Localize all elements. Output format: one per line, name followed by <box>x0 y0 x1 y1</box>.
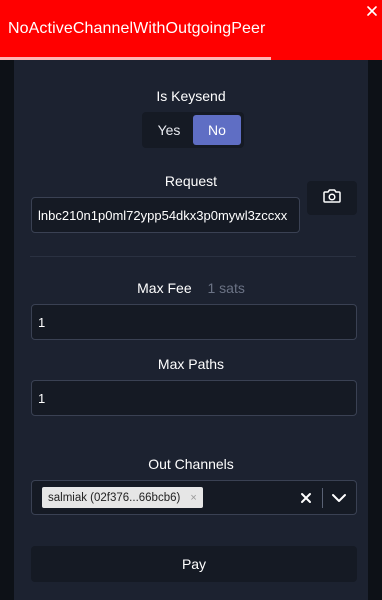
chevron-down-icon[interactable] <box>329 490 349 506</box>
section-divider <box>30 256 356 257</box>
toast-progress-bar <box>0 57 272 60</box>
max-paths-input[interactable]: 1 <box>31 380 357 416</box>
out-channels-select[interactable]: salmiak (02f376...66bcb6) × <box>31 480 357 515</box>
out-channels-label: Out Channels <box>148 456 234 472</box>
max-fee-label: Max Fee <box>137 280 192 296</box>
max-fee-input[interactable]: 1 <box>31 304 357 340</box>
max-fee-label-row: Max Fee 1 sats <box>0 280 382 296</box>
keysend-label: Is Keysend <box>156 88 226 104</box>
request-input[interactable]: lnbc210n1p0ml72ypp54dkx3p0mywl3zccxx <box>31 197 300 233</box>
keysend-yes-option[interactable]: Yes <box>145 115 193 145</box>
close-icon[interactable] <box>297 489 315 507</box>
chip-remove-button[interactable]: × <box>190 492 196 504</box>
error-toast: NoActiveChannelWithOutgoingPeer <box>0 0 382 60</box>
max-fee-unit: 1 sats <box>207 280 245 296</box>
max-fee-value: 1 <box>38 314 46 330</box>
close-icon[interactable] <box>365 4 379 18</box>
request-value: lnbc210n1p0ml72ypp54dkx3p0mywl3zccxx <box>38 207 288 223</box>
keysend-no-option[interactable]: No <box>193 115 241 145</box>
camera-icon <box>323 188 341 209</box>
selected-channel-chip: salmiak (02f376...66bcb6) × <box>42 487 203 508</box>
max-paths-value: 1 <box>38 390 46 406</box>
select-separator <box>322 488 323 508</box>
keysend-toggle: Yes No <box>142 112 244 148</box>
toast-message: NoActiveChannelWithOutgoingPeer <box>8 20 266 37</box>
pay-button[interactable]: Pay <box>31 546 357 582</box>
scan-qr-button[interactable] <box>307 181 357 215</box>
max-paths-label: Max Paths <box>157 356 225 372</box>
chip-label: salmiak (02f376...66bcb6) <box>48 491 181 504</box>
